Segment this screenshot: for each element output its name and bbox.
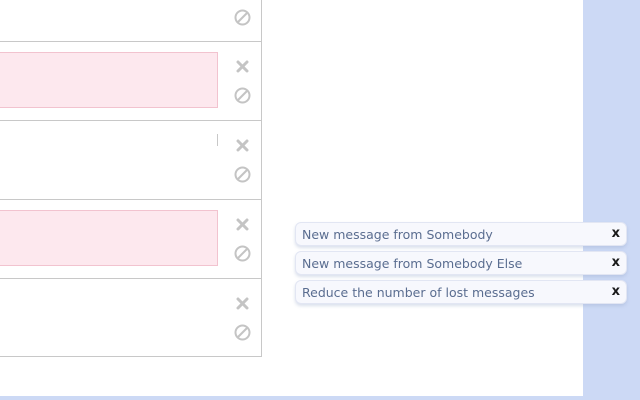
notification-stack: New message from Somebody x New message … — [295, 222, 627, 309]
message-row — [0, 279, 262, 358]
block-icon[interactable] — [233, 323, 251, 341]
message-row — [0, 200, 262, 279]
text-cursor — [217, 134, 218, 146]
block-icon[interactable] — [233, 86, 251, 104]
message-body-highlighted[interactable] — [0, 210, 218, 266]
notification-text: Reduce the number of lost messages — [302, 285, 535, 300]
message-body[interactable] — [0, 289, 218, 345]
notification-close-button[interactable]: x — [612, 255, 620, 270]
notification-close-button[interactable]: x — [612, 226, 620, 241]
page-panel — [0, 0, 583, 396]
notification[interactable]: New message from Somebody Else x — [295, 251, 627, 275]
message-row — [0, 121, 262, 200]
message-row — [0, 0, 262, 42]
notification-text: New message from Somebody Else — [302, 256, 523, 271]
notification-text: New message from Somebody — [302, 227, 493, 242]
block-icon[interactable] — [233, 244, 251, 262]
notification-close-button[interactable]: x — [612, 284, 620, 299]
delete-icon[interactable] — [233, 136, 251, 154]
message-row — [0, 42, 262, 121]
delete-icon[interactable] — [233, 57, 251, 75]
block-icon[interactable] — [233, 8, 251, 26]
notification[interactable]: New message from Somebody x — [295, 222, 627, 246]
delete-icon[interactable] — [233, 294, 251, 312]
message-body-highlighted[interactable] — [0, 52, 218, 108]
message-list — [0, 0, 262, 357]
delete-icon[interactable] — [233, 215, 251, 233]
message-body[interactable] — [0, 131, 218, 187]
block-icon[interactable] — [233, 165, 251, 183]
notification[interactable]: Reduce the number of lost messages x — [295, 280, 627, 304]
